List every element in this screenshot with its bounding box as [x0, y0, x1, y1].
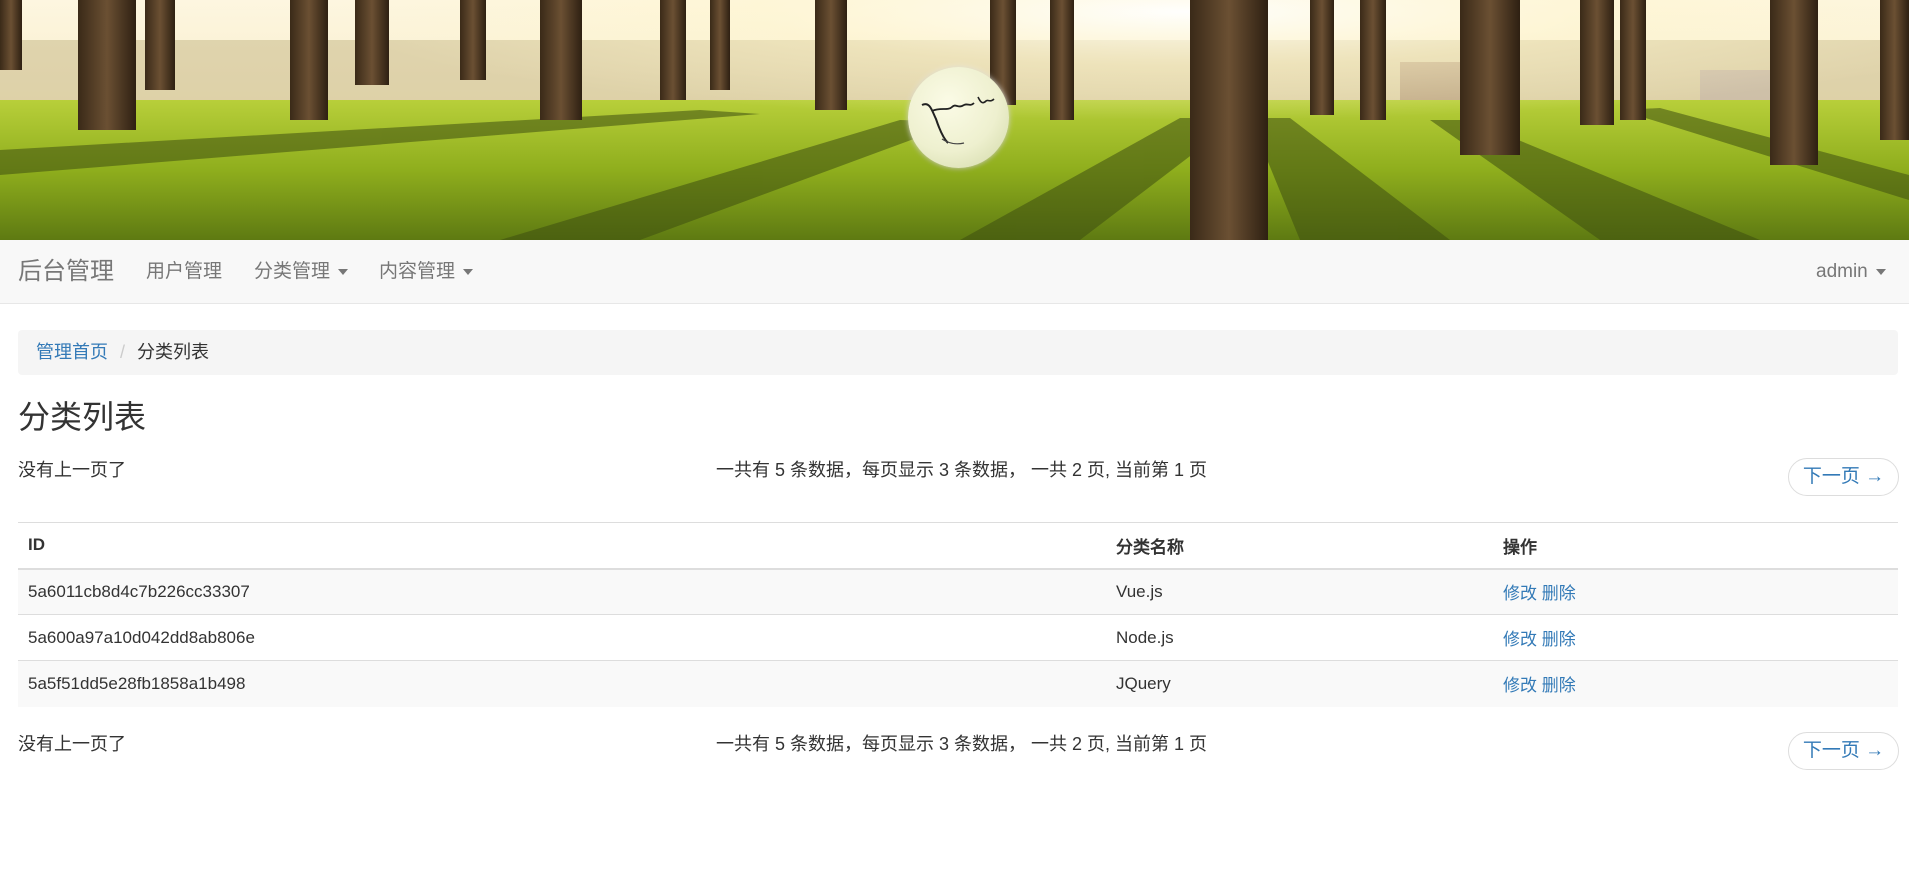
edit-link[interactable]: 修改 — [1503, 584, 1537, 603]
delete-link[interactable]: 删除 — [1542, 630, 1576, 649]
caret-down-icon — [1875, 268, 1886, 275]
next-page-button[interactable]: 下一页 → — [1788, 732, 1899, 770]
column-header-actions: 操作 — [1493, 522, 1898, 570]
cell-name: JQuery — [1106, 660, 1493, 707]
edit-link[interactable]: 修改 — [1503, 676, 1537, 695]
edit-link[interactable]: 修改 — [1503, 630, 1537, 649]
table-row: 5a6011cb8d4c7b226cc33307 Vue.js 修改 删除 — [18, 568, 1898, 615]
nav-item-content-management[interactable]: 内容管理 — [379, 240, 474, 304]
header-banner — [0, 0, 1909, 240]
cell-id: 5a5f51dd5e28fb1858a1b498 — [18, 660, 1106, 707]
nav-item-label: 内容管理 — [379, 261, 456, 282]
user-menu[interactable]: admin — [1816, 240, 1886, 304]
caret-down-icon — [463, 268, 474, 275]
category-table: ID 分类名称 操作 5a6011cb8d4c7b226cc33307 Vue.… — [18, 522, 1898, 707]
next-page-button[interactable]: 下一页 → — [1788, 458, 1899, 496]
navbar-brand[interactable]: 后台管理 — [18, 240, 114, 304]
delete-link[interactable]: 删除 — [1542, 584, 1576, 603]
cell-id: 5a600a97a10d042dd8ab806e — [18, 614, 1106, 661]
cell-actions: 修改 删除 — [1493, 614, 1898, 661]
nav-item-category-management[interactable]: 分类管理 — [254, 240, 349, 304]
username: admin — [1816, 261, 1868, 282]
pager-info: 一共有 5 条数据，每页显示 3 条数据， 一共 2 页, 当前第 1 页 — [716, 734, 1208, 754]
breadcrumb-current: 分类列表 — [137, 342, 210, 362]
column-header-name: 分类名称 — [1106, 522, 1493, 570]
column-header-id: ID — [18, 522, 1106, 570]
signature-logo-icon — [921, 96, 995, 145]
breadcrumb: 管理首页 / 分类列表 — [18, 330, 1898, 375]
table-row: 5a5f51dd5e28fb1858a1b498 JQuery 修改 删除 — [18, 660, 1898, 707]
cell-actions: 修改 删除 — [1493, 660, 1898, 707]
cell-name: Node.js — [1106, 614, 1493, 661]
pager-prev-text: 没有上一页了 — [18, 460, 126, 480]
table-header-row: ID 分类名称 操作 — [18, 522, 1898, 570]
top-navbar: 后台管理 用户管理 分类管理 内容管理 admin — [0, 240, 1909, 304]
table-row: 5a600a97a10d042dd8ab806e Node.js 修改 删除 — [18, 614, 1898, 661]
cell-id: 5a6011cb8d4c7b226cc33307 — [18, 568, 1106, 615]
nav-item-user-management[interactable]: 用户管理 — [146, 240, 222, 304]
nav-item-label: 分类管理 — [254, 261, 331, 282]
pager-prev-text: 没有上一页了 — [18, 734, 126, 754]
just-do-it-logo — [908, 67, 1009, 168]
caret-down-icon — [338, 268, 349, 275]
page-title: 分类列表 — [18, 399, 147, 435]
cell-actions: 修改 删除 — [1493, 568, 1898, 615]
breadcrumb-separator: / — [120, 342, 126, 362]
breadcrumb-home-link[interactable]: 管理首页 — [36, 342, 108, 362]
cell-name: Vue.js — [1106, 568, 1493, 615]
pager-info: 一共有 5 条数据，每页显示 3 条数据， 一共 2 页, 当前第 1 页 — [716, 460, 1208, 480]
delete-link[interactable]: 删除 — [1542, 676, 1576, 695]
